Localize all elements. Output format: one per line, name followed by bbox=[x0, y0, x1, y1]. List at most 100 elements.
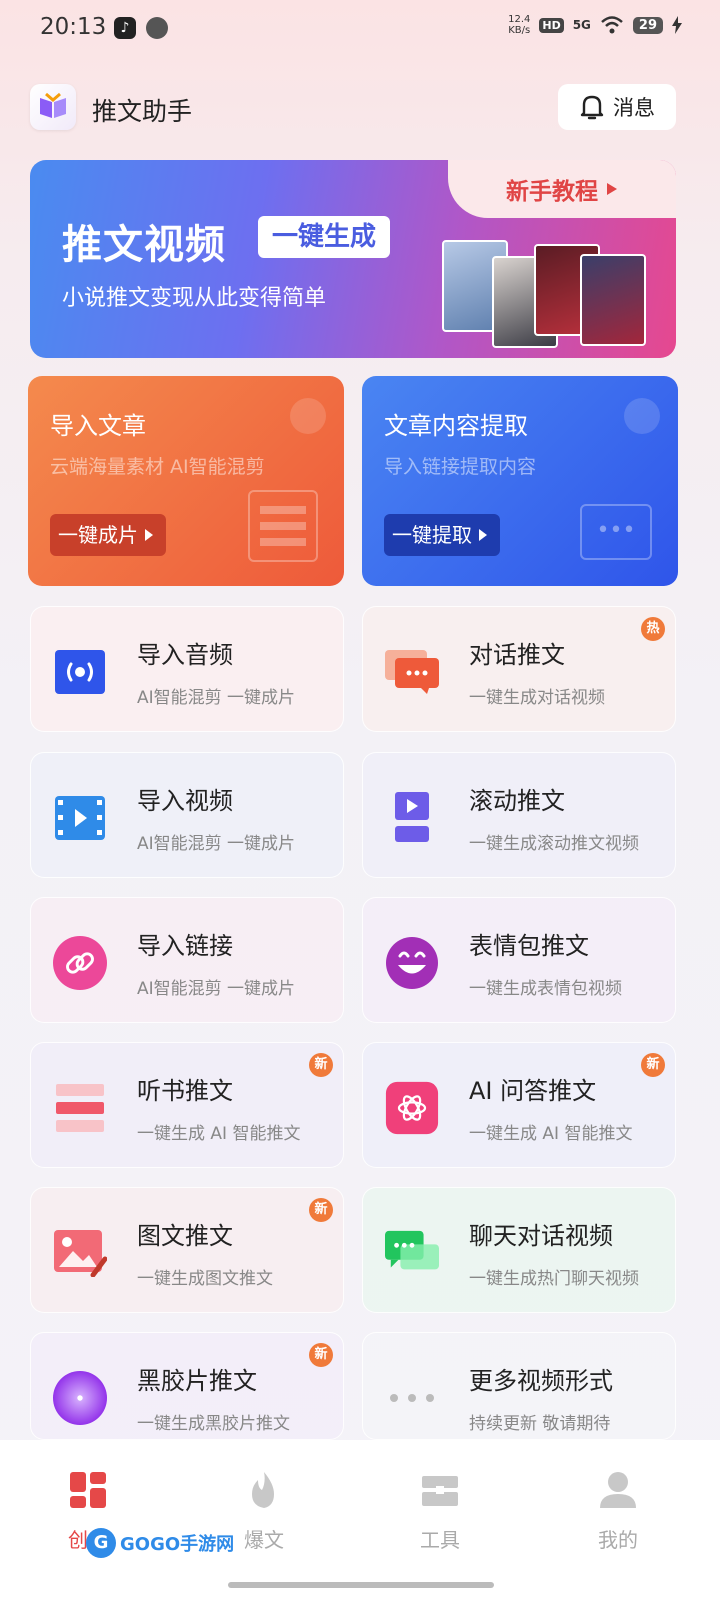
signal-icon: 5G bbox=[572, 18, 591, 32]
watermark-logo: G GOGO手游网 bbox=[86, 1528, 234, 1558]
dialogue-post-card[interactable]: 对话推文 一键生成对话视频 热 bbox=[362, 606, 676, 732]
card-title: 导入文章 bbox=[50, 412, 146, 440]
card-subtitle: 云端海量素材 AI智能混剪 bbox=[50, 456, 265, 478]
card-subtitle: AI智能混剪 一键成片 bbox=[137, 979, 296, 999]
status-bar: 20:13 ♪ 12.4 KB/s HD 5G 29 bbox=[0, 0, 720, 60]
bell-icon bbox=[580, 95, 604, 120]
user-icon bbox=[600, 1472, 636, 1508]
hd-icon: HD bbox=[539, 17, 564, 33]
book-logo-icon bbox=[40, 92, 66, 118]
new-badge: 新 bbox=[309, 1198, 333, 1222]
new-badge: 新 bbox=[641, 1053, 665, 1077]
promo-banner[interactable]: 新手教程 推文视频 一键生成 小说推文变现从此变得简单 bbox=[30, 160, 676, 358]
scroll-post-card[interactable]: 滚动推文 一键生成滚动推文视频 bbox=[362, 752, 676, 878]
messages-button[interactable]: 消息 bbox=[558, 84, 676, 130]
bottom-nav: 创作 爆文 工具 我的 bbox=[0, 1440, 720, 1600]
card-subtitle: 一键生成图文推文 bbox=[137, 1269, 273, 1289]
new-badge: 新 bbox=[309, 1053, 333, 1077]
tab-label: 工具 bbox=[420, 1528, 460, 1552]
extract-content-card[interactable]: 文章内容提取 导入链接提取内容 一键提取 ••• bbox=[362, 376, 678, 586]
film-icon bbox=[53, 791, 107, 845]
one-click-extract-button[interactable]: 一键提取 bbox=[384, 514, 500, 556]
card-subtitle: 一键生成表情包视频 bbox=[469, 979, 622, 999]
emoji-post-card[interactable]: 表情包推文 一键生成表情包视频 bbox=[362, 897, 676, 1023]
vinyl-icon bbox=[53, 1371, 107, 1425]
watermark-text: GOGO手游网 bbox=[120, 1534, 235, 1555]
tutorial-link[interactable]: 新手教程 bbox=[448, 160, 676, 218]
import-video-card[interactable]: 导入视频 AI智能混剪 一键成片 bbox=[30, 752, 344, 878]
card-subtitle: AI智能混剪 一键成片 bbox=[137, 834, 296, 854]
network-speed: 12.4 KB/s bbox=[508, 14, 531, 36]
card-subtitle: 一键生成黑胶片推文 bbox=[137, 1414, 290, 1434]
card-title: 滚动推文 bbox=[469, 787, 565, 815]
grid-icon bbox=[70, 1472, 106, 1508]
cover-image bbox=[580, 254, 646, 346]
audiobook-post-card[interactable]: 听书推文 一键生成 AI 智能推文 新 bbox=[30, 1042, 344, 1168]
app-logo bbox=[30, 84, 76, 130]
chat-video-card[interactable]: 聊天对话视频 一键生成热门聊天视频 bbox=[362, 1187, 676, 1313]
banner-subtitle: 小说推文变现从此变得简单 bbox=[62, 286, 327, 311]
status-indicators: 12.4 KB/s HD 5G 29 bbox=[508, 14, 682, 36]
one-click-film-button[interactable]: 一键成片 bbox=[50, 514, 166, 556]
button-label: 一键提取 bbox=[392, 523, 472, 547]
card-subtitle: 持续更新 敬请期待 bbox=[469, 1414, 611, 1434]
status-time: 20:13 bbox=[40, 14, 107, 40]
import-audio-card[interactable]: 导入音频 AI智能混剪 一键成片 bbox=[30, 606, 344, 732]
play-arrow-icon bbox=[607, 183, 617, 195]
decoration bbox=[624, 398, 660, 434]
card-title: 表情包推文 bbox=[469, 932, 589, 960]
toolbox-icon bbox=[422, 1476, 458, 1506]
tiktok-icon: ♪ bbox=[114, 17, 136, 39]
app-title: 推文助手 bbox=[92, 97, 193, 126]
banner-title: 推文视频 bbox=[62, 222, 226, 268]
chat-icon bbox=[385, 1226, 439, 1280]
more-dots-icon bbox=[385, 1371, 439, 1425]
card-title: AI 问答推文 bbox=[469, 1077, 597, 1105]
wifi-icon bbox=[601, 16, 623, 34]
tab-tools[interactable]: 工具 bbox=[380, 1470, 500, 1553]
smile-icon bbox=[385, 936, 439, 990]
messages-label: 消息 bbox=[613, 96, 655, 120]
dialogue-icon bbox=[385, 645, 439, 699]
image-text-post-card[interactable]: 图文推文 一键生成图文推文 新 bbox=[30, 1187, 344, 1313]
audio-icon bbox=[53, 645, 107, 699]
card-subtitle: 一键生成滚动推文视频 bbox=[469, 834, 639, 854]
vinyl-post-card[interactable]: 黑胶片推文 一键生成黑胶片推文 新 bbox=[30, 1332, 344, 1440]
card-title: 聊天对话视频 bbox=[469, 1222, 613, 1250]
card-subtitle: 一键生成 AI 智能推文 bbox=[469, 1124, 633, 1144]
banner-badge: 一键生成 bbox=[258, 216, 391, 258]
card-title: 听书推文 bbox=[137, 1077, 233, 1105]
charging-icon bbox=[672, 16, 682, 34]
battery-icon: 29 bbox=[632, 16, 663, 34]
hot-badge: 热 bbox=[641, 617, 665, 641]
card-subtitle: 一键生成对话视频 bbox=[469, 688, 605, 708]
tab-profile[interactable]: 我的 bbox=[558, 1470, 678, 1553]
play-arrow-icon bbox=[479, 529, 487, 541]
button-label: 一键成片 bbox=[58, 523, 138, 547]
app-notification-icon bbox=[146, 17, 168, 39]
flame-icon bbox=[252, 1472, 274, 1508]
card-title: 图文推文 bbox=[137, 1222, 233, 1250]
new-badge: 新 bbox=[309, 1343, 333, 1367]
play-arrow-icon bbox=[145, 529, 153, 541]
card-title: 文章内容提取 bbox=[384, 412, 528, 440]
ai-qa-post-card[interactable]: AI 问答推文 一键生成 AI 智能推文 新 bbox=[362, 1042, 676, 1168]
card-subtitle: 导入链接提取内容 bbox=[384, 456, 537, 478]
tutorial-label: 新手教程 bbox=[506, 179, 598, 205]
import-article-card[interactable]: 导入文章 云端海量素材 AI智能混剪 一键成片 bbox=[28, 376, 344, 586]
watermark-icon: G bbox=[86, 1528, 116, 1558]
card-subtitle: 一键生成 AI 智能推文 bbox=[137, 1124, 301, 1144]
card-title: 导入链接 bbox=[137, 932, 233, 960]
home-indicator[interactable] bbox=[228, 1582, 494, 1588]
decoration bbox=[290, 398, 326, 434]
scroll-video-icon bbox=[385, 791, 439, 845]
image-edit-icon bbox=[53, 1226, 107, 1280]
document-icon bbox=[248, 490, 318, 562]
more-video-formats-card[interactable]: 更多视频形式 持续更新 敬请期待 bbox=[362, 1332, 676, 1440]
list-icon bbox=[53, 1081, 107, 1135]
card-title: 更多视频形式 bbox=[469, 1367, 613, 1395]
card-subtitle: AI智能混剪 一键成片 bbox=[137, 688, 296, 708]
tab-label: 我的 bbox=[598, 1528, 638, 1552]
chat-bubble-icon: ••• bbox=[580, 504, 652, 560]
import-link-card[interactable]: 导入链接 AI智能混剪 一键成片 bbox=[30, 897, 344, 1023]
